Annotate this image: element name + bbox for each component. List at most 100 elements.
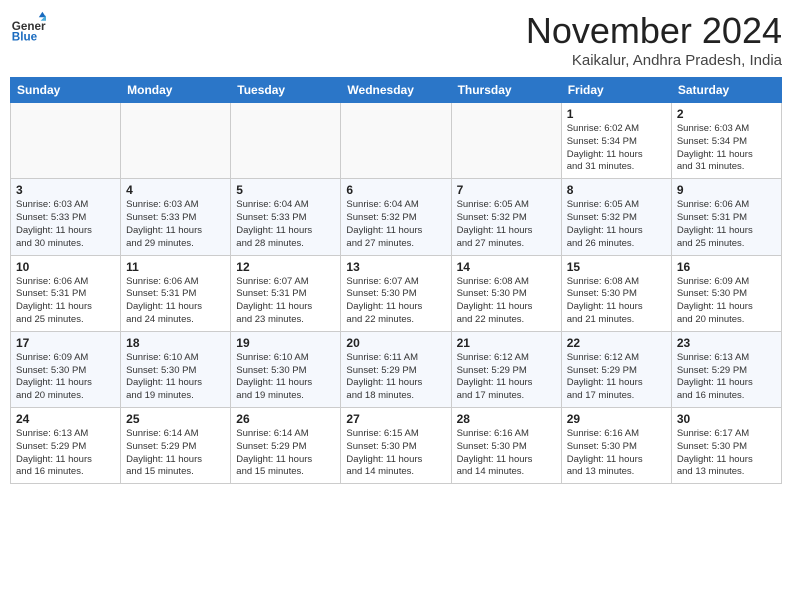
calendar-cell: 12 Sunrise: 6:07 AMSunset: 5:31 PMDayligh…: [231, 255, 341, 331]
calendar-cell: 21 Sunrise: 6:12 AMSunset: 5:29 PMDayligh…: [451, 331, 561, 407]
calendar-cell: 28Sunrise: 6:16 AMSunset: 5:30 PMDayligh…: [451, 408, 561, 484]
day-info: Sunrise: 6:11 AMSunset: 5:29 PMDaylight:…: [346, 352, 445, 403]
calendar-cell: [341, 103, 451, 179]
day-info: Sunrise: 6:13 AMSunset: 5:29 PMDaylight:…: [16, 428, 115, 479]
weekday-header-friday: Friday: [561, 78, 671, 103]
day-number: 25: [126, 412, 225, 426]
week-row-1: 1 Sunrise: 6:02 AMSunset: 5:34 PMDaylight…: [11, 103, 782, 179]
logo-icon: General Blue: [10, 10, 46, 46]
weekday-header-tuesday: Tuesday: [231, 78, 341, 103]
day-number: 21: [457, 336, 556, 350]
day-info: Sunrise: 6:09 AMSunset: 5:30 PMDaylight:…: [16, 352, 115, 403]
day-number: 3: [16, 183, 115, 197]
day-number: 30: [677, 412, 776, 426]
day-info: Sunrise: 6:14 AMSunset: 5:29 PMDaylight:…: [236, 428, 335, 479]
calendar-cell: 8Sunrise: 6:05 AMSunset: 5:32 PMDaylight…: [561, 179, 671, 255]
day-info: Sunrise: 6:03 AMSunset: 5:34 PMDaylight:…: [677, 123, 776, 174]
day-number: 10: [16, 260, 115, 274]
day-number: 29: [567, 412, 666, 426]
day-number: 9: [677, 183, 776, 197]
logo: General Blue: [10, 10, 46, 46]
day-number: 14: [457, 260, 556, 274]
svg-text:Blue: Blue: [12, 31, 38, 44]
day-number: 13: [346, 260, 445, 274]
month-title: November 2024: [526, 10, 782, 52]
day-number: 1: [567, 107, 666, 121]
day-info: Sunrise: 6:07 AMSunset: 5:30 PMDaylight:…: [346, 276, 445, 327]
calendar-cell: 9 Sunrise: 6:06 AMSunset: 5:31 PMDaylight…: [671, 179, 781, 255]
calendar-cell: 5 Sunrise: 6:04 AMSunset: 5:33 PMDaylight…: [231, 179, 341, 255]
calendar-cell: 15Sunrise: 6:08 AMSunset: 5:30 PMDayligh…: [561, 255, 671, 331]
calendar-cell: 1 Sunrise: 6:02 AMSunset: 5:34 PMDaylight…: [561, 103, 671, 179]
week-row-3: 10 Sunrise: 6:06 AMSunset: 5:31 PMDayligh…: [11, 255, 782, 331]
day-info: Sunrise: 6:15 AMSunset: 5:30 PMDaylight:…: [346, 428, 445, 479]
day-info: Sunrise: 6:14 AMSunset: 5:29 PMDaylight:…: [126, 428, 225, 479]
calendar-cell: 17 Sunrise: 6:09 AMSunset: 5:30 PMDayligh…: [11, 331, 121, 407]
title-block: November 2024 Kaikalur, Andhra Pradesh, …: [526, 10, 782, 69]
weekday-header-saturday: Saturday: [671, 78, 781, 103]
day-number: 19: [236, 336, 335, 350]
calendar-cell: 7 Sunrise: 6:05 AMSunset: 5:32 PMDaylight…: [451, 179, 561, 255]
week-row-4: 17 Sunrise: 6:09 AMSunset: 5:30 PMDayligh…: [11, 331, 782, 407]
calendar-cell: 3 Sunrise: 6:03 AMSunset: 5:33 PMDaylight…: [11, 179, 121, 255]
week-row-2: 3 Sunrise: 6:03 AMSunset: 5:33 PMDaylight…: [11, 179, 782, 255]
weekday-header-sunday: Sunday: [11, 78, 121, 103]
location-subtitle: Kaikalur, Andhra Pradesh, India: [526, 52, 782, 69]
day-number: 5: [236, 183, 335, 197]
day-number: 11: [126, 260, 225, 274]
day-info: Sunrise: 6:16 AMSunset: 5:30 PMDaylight:…: [567, 428, 666, 479]
day-info: Sunrise: 6:17 AMSunset: 5:30 PMDaylight:…: [677, 428, 776, 479]
day-info: Sunrise: 6:05 AMSunset: 5:32 PMDaylight:…: [457, 199, 556, 250]
day-info: Sunrise: 6:03 AMSunset: 5:33 PMDaylight:…: [16, 199, 115, 250]
calendar-cell: 2Sunrise: 6:03 AMSunset: 5:34 PMDaylight…: [671, 103, 781, 179]
day-number: 26: [236, 412, 335, 426]
weekday-header-thursday: Thursday: [451, 78, 561, 103]
calendar-cell: 26 Sunrise: 6:14 AMSunset: 5:29 PMDayligh…: [231, 408, 341, 484]
day-number: 12: [236, 260, 335, 274]
day-number: 24: [16, 412, 115, 426]
day-number: 23: [677, 336, 776, 350]
day-info: Sunrise: 6:06 AMSunset: 5:31 PMDaylight:…: [126, 276, 225, 327]
day-info: Sunrise: 6:10 AMSunset: 5:30 PMDaylight:…: [126, 352, 225, 403]
day-info: Sunrise: 6:10 AMSunset: 5:30 PMDaylight:…: [236, 352, 335, 403]
day-info: Sunrise: 6:06 AMSunset: 5:31 PMDaylight:…: [16, 276, 115, 327]
weekday-header-row: SundayMondayTuesdayWednesdayThursdayFrid…: [11, 78, 782, 103]
weekday-header-wednesday: Wednesday: [341, 78, 451, 103]
day-info: Sunrise: 6:02 AMSunset: 5:34 PMDaylight:…: [567, 123, 666, 174]
day-number: 27: [346, 412, 445, 426]
day-number: 28: [457, 412, 556, 426]
day-number: 22: [567, 336, 666, 350]
calendar-cell: 4 Sunrise: 6:03 AMSunset: 5:33 PMDaylight…: [121, 179, 231, 255]
calendar-cell: 16Sunrise: 6:09 AMSunset: 5:30 PMDayligh…: [671, 255, 781, 331]
day-number: 8: [567, 183, 666, 197]
calendar-table: SundayMondayTuesdayWednesdayThursdayFrid…: [10, 77, 782, 484]
day-number: 16: [677, 260, 776, 274]
day-info: Sunrise: 6:06 AMSunset: 5:31 PMDaylight:…: [677, 199, 776, 250]
weekday-header-monday: Monday: [121, 78, 231, 103]
calendar-cell: 11 Sunrise: 6:06 AMSunset: 5:31 PMDayligh…: [121, 255, 231, 331]
calendar-cell: 18Sunrise: 6:10 AMSunset: 5:30 PMDayligh…: [121, 331, 231, 407]
day-info: Sunrise: 6:04 AMSunset: 5:32 PMDaylight:…: [346, 199, 445, 250]
day-number: 6: [346, 183, 445, 197]
day-number: 4: [126, 183, 225, 197]
day-info: Sunrise: 6:13 AMSunset: 5:29 PMDaylight:…: [677, 352, 776, 403]
day-number: 17: [16, 336, 115, 350]
day-number: 7: [457, 183, 556, 197]
day-info: Sunrise: 6:12 AMSunset: 5:29 PMDaylight:…: [457, 352, 556, 403]
calendar-cell: 10 Sunrise: 6:06 AMSunset: 5:31 PMDayligh…: [11, 255, 121, 331]
calendar-cell: [121, 103, 231, 179]
calendar-cell: 27 Sunrise: 6:15 AMSunset: 5:30 PMDayligh…: [341, 408, 451, 484]
day-info: Sunrise: 6:07 AMSunset: 5:31 PMDaylight:…: [236, 276, 335, 327]
day-info: Sunrise: 6:03 AMSunset: 5:33 PMDaylight:…: [126, 199, 225, 250]
calendar-cell: 20 Sunrise: 6:11 AMSunset: 5:29 PMDayligh…: [341, 331, 451, 407]
calendar-cell: [11, 103, 121, 179]
calendar-cell: [231, 103, 341, 179]
calendar-cell: 14 Sunrise: 6:08 AMSunset: 5:30 PMDayligh…: [451, 255, 561, 331]
day-info: Sunrise: 6:08 AMSunset: 5:30 PMDaylight:…: [457, 276, 556, 327]
calendar-cell: 19 Sunrise: 6:10 AMSunset: 5:30 PMDayligh…: [231, 331, 341, 407]
day-number: 20: [346, 336, 445, 350]
day-number: 15: [567, 260, 666, 274]
day-info: Sunrise: 6:04 AMSunset: 5:33 PMDaylight:…: [236, 199, 335, 250]
calendar-cell: 29 Sunrise: 6:16 AMSunset: 5:30 PMDayligh…: [561, 408, 671, 484]
calendar-cell: 30 Sunrise: 6:17 AMSunset: 5:30 PMDayligh…: [671, 408, 781, 484]
